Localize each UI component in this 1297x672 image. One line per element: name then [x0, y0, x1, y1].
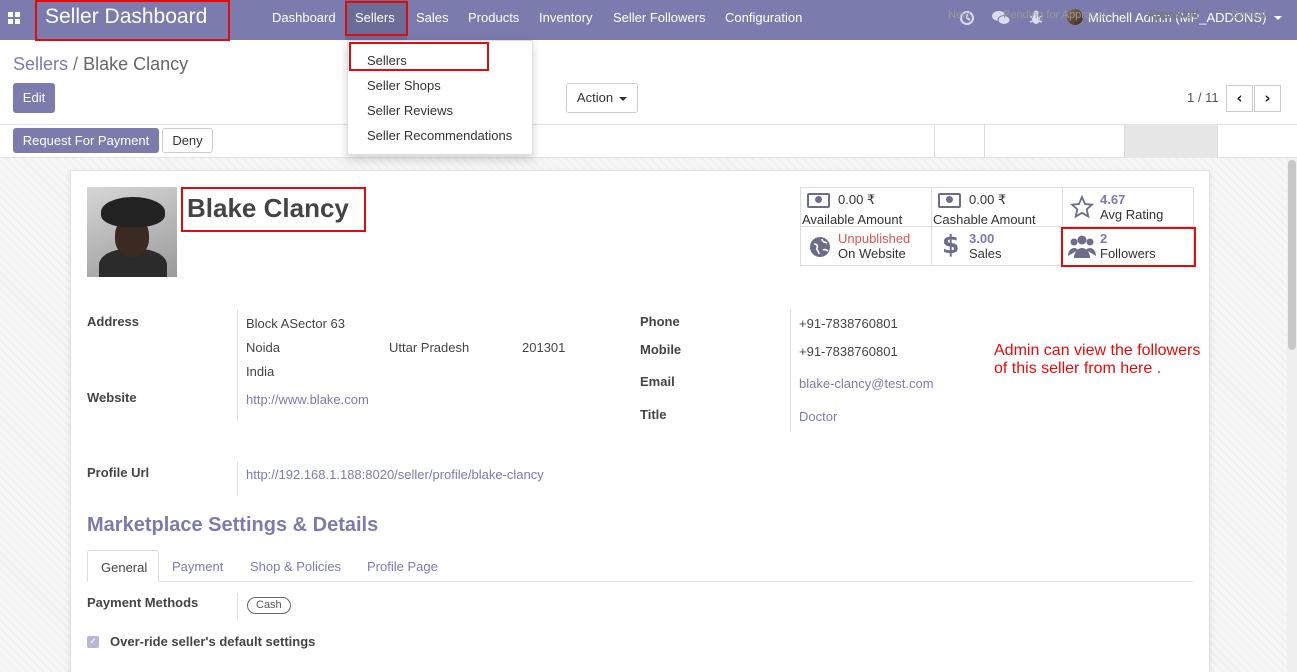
field-divider [237, 310, 238, 420]
tab-general-label: General [101, 560, 148, 575]
stage-denied[interactable]: Denied [1231, 9, 1266, 21]
seller-avatar[interactable] [87, 187, 177, 277]
phone-value[interactable]: +91-7838760801 [799, 316, 898, 331]
mobile-label: Mobile [640, 342, 682, 357]
stage-divider [1217, 124, 1218, 158]
address-label: Address [87, 314, 140, 329]
avg-rating-label: Avg Rating [1100, 207, 1164, 222]
dropdown-item-seller-shops[interactable]: Seller Shops [367, 78, 441, 93]
dropdown-item-seller-reviews[interactable]: Seller Reviews [367, 103, 453, 118]
dropdown-item-seller-recommendations[interactable]: Seller Recommendations [367, 128, 512, 143]
website-label: Website [87, 390, 137, 405]
field-divider [237, 593, 238, 619]
title-link[interactable]: Doctor [799, 409, 837, 424]
website-publish-button[interactable]: Unpublished On Website [800, 226, 932, 266]
tab-general[interactable]: General [87, 550, 159, 582]
cashable-amount-label: Cashable Amount [933, 212, 1036, 227]
pager-next-button[interactable]: › [1254, 85, 1281, 112]
override-checkbox[interactable]: ✓ [87, 636, 99, 648]
tab-payment[interactable]: Payment [172, 559, 223, 574]
website-status-value: Unpublished [838, 231, 911, 246]
money-icon [807, 193, 830, 208]
stage-approved-bg [1124, 124, 1217, 158]
breadcrumb-separator: / [73, 54, 79, 74]
nav-configuration[interactable]: Configuration [725, 10, 802, 25]
profile-url-link[interactable]: http://192.168.1.188:8020/seller/profile… [246, 467, 544, 482]
avg-rating-button[interactable]: 4.67 Avg Rating [1062, 187, 1194, 227]
highlight-box-brand [35, 0, 230, 41]
sales-button[interactable]: $ 3.00 Sales [931, 226, 1063, 266]
highlight-box-seller-name [181, 187, 366, 232]
payment-method-tag[interactable]: Cash [247, 597, 291, 614]
action-label: Action [576, 90, 614, 105]
apps-menu-icon[interactable] [8, 12, 20, 24]
breadcrumb: Sellers / Blake Clancy [13, 54, 188, 75]
request-payment-button[interactable]: Request For Payment [13, 128, 159, 153]
section-title: Marketplace Settings & Details [87, 514, 379, 536]
deny-button[interactable]: Deny [162, 128, 213, 153]
address-street[interactable]: Block ASector 63 [246, 316, 345, 331]
highlight-box-sellers-item [349, 42, 489, 71]
phone-label: Phone [640, 314, 680, 329]
dollar-icon: $ [942, 230, 960, 259]
pager-previous-button[interactable]: ‹ [1226, 85, 1253, 112]
field-divider [237, 462, 238, 496]
scrollbar-thumb[interactable] [1288, 160, 1296, 350]
tabs-divider [87, 581, 1193, 582]
highlight-box-sellers-menu [345, 1, 408, 36]
profile-url-label: Profile Url [87, 465, 150, 480]
email-label: Email [640, 374, 675, 389]
nav-products[interactable]: Products [468, 10, 519, 25]
available-amount-value: 0.00 ₹ [838, 192, 876, 207]
sales-label: Sales [969, 246, 1002, 261]
website-link[interactable]: http://www.blake.com [246, 392, 369, 407]
mobile-value[interactable]: +91-7838760801 [799, 344, 898, 359]
stage-new[interactable]: New [948, 9, 970, 21]
stage-divider [934, 124, 935, 158]
stage-divider [1124, 124, 1125, 158]
tab-profile-page[interactable]: Profile Page [367, 559, 438, 574]
address-country[interactable]: India [246, 364, 274, 379]
sales-value: 3.00 [969, 231, 995, 246]
address-state[interactable]: Uttar Pradesh [389, 340, 469, 355]
annotation-note: Admin can view the followers of this sel… [994, 342, 1201, 377]
pager-value[interactable]: 1 / 11 [1187, 90, 1219, 105]
payment-methods-label: Payment Methods [87, 595, 199, 610]
breadcrumb-current: Blake Clancy [83, 54, 189, 74]
cashable-amount-button[interactable]: 0.00 ₹ Cashable Amount [931, 187, 1063, 227]
edit-button[interactable]: Edit [13, 83, 55, 113]
title-label: Title [640, 407, 667, 422]
override-label: Over-ride seller's default settings [110, 634, 316, 649]
nav-inventory[interactable]: Inventory [539, 10, 592, 25]
action-button[interactable]: Action [566, 83, 638, 113]
action-caret-icon [619, 96, 628, 101]
nav-dashboard[interactable]: Dashboard [272, 10, 336, 25]
tab-shop-policies[interactable]: Shop & Policies [250, 559, 341, 574]
email-link[interactable]: blake-clancy@test.com [799, 376, 934, 391]
globe-icon [810, 237, 830, 257]
nav-seller-followers[interactable]: Seller Followers [613, 10, 705, 25]
user-caret-icon[interactable] [1274, 16, 1282, 20]
stage-divider [984, 124, 985, 158]
nav-sales[interactable]: Sales [416, 10, 449, 25]
stage-approved[interactable]: Approved [1147, 9, 1198, 21]
available-amount-button[interactable]: 0.00 ₹ Available Amount [800, 187, 932, 227]
field-divider [790, 310, 791, 432]
highlight-box-followers [1061, 227, 1196, 267]
cashable-amount-value: 0.00 ₹ [969, 192, 1007, 207]
star-icon [1070, 195, 1094, 219]
address-zip[interactable]: 201301 [522, 340, 565, 355]
website-status-label: On Website [838, 246, 906, 261]
breadcrumb-sellers-link[interactable]: Sellers [13, 54, 68, 74]
available-amount-label: Available Amount [802, 212, 903, 227]
avg-rating-value: 4.67 [1100, 192, 1126, 207]
address-city[interactable]: Noida [246, 340, 280, 355]
money-icon [938, 193, 961, 208]
stage-pending[interactable]: Pending for Approval [1003, 9, 1105, 21]
